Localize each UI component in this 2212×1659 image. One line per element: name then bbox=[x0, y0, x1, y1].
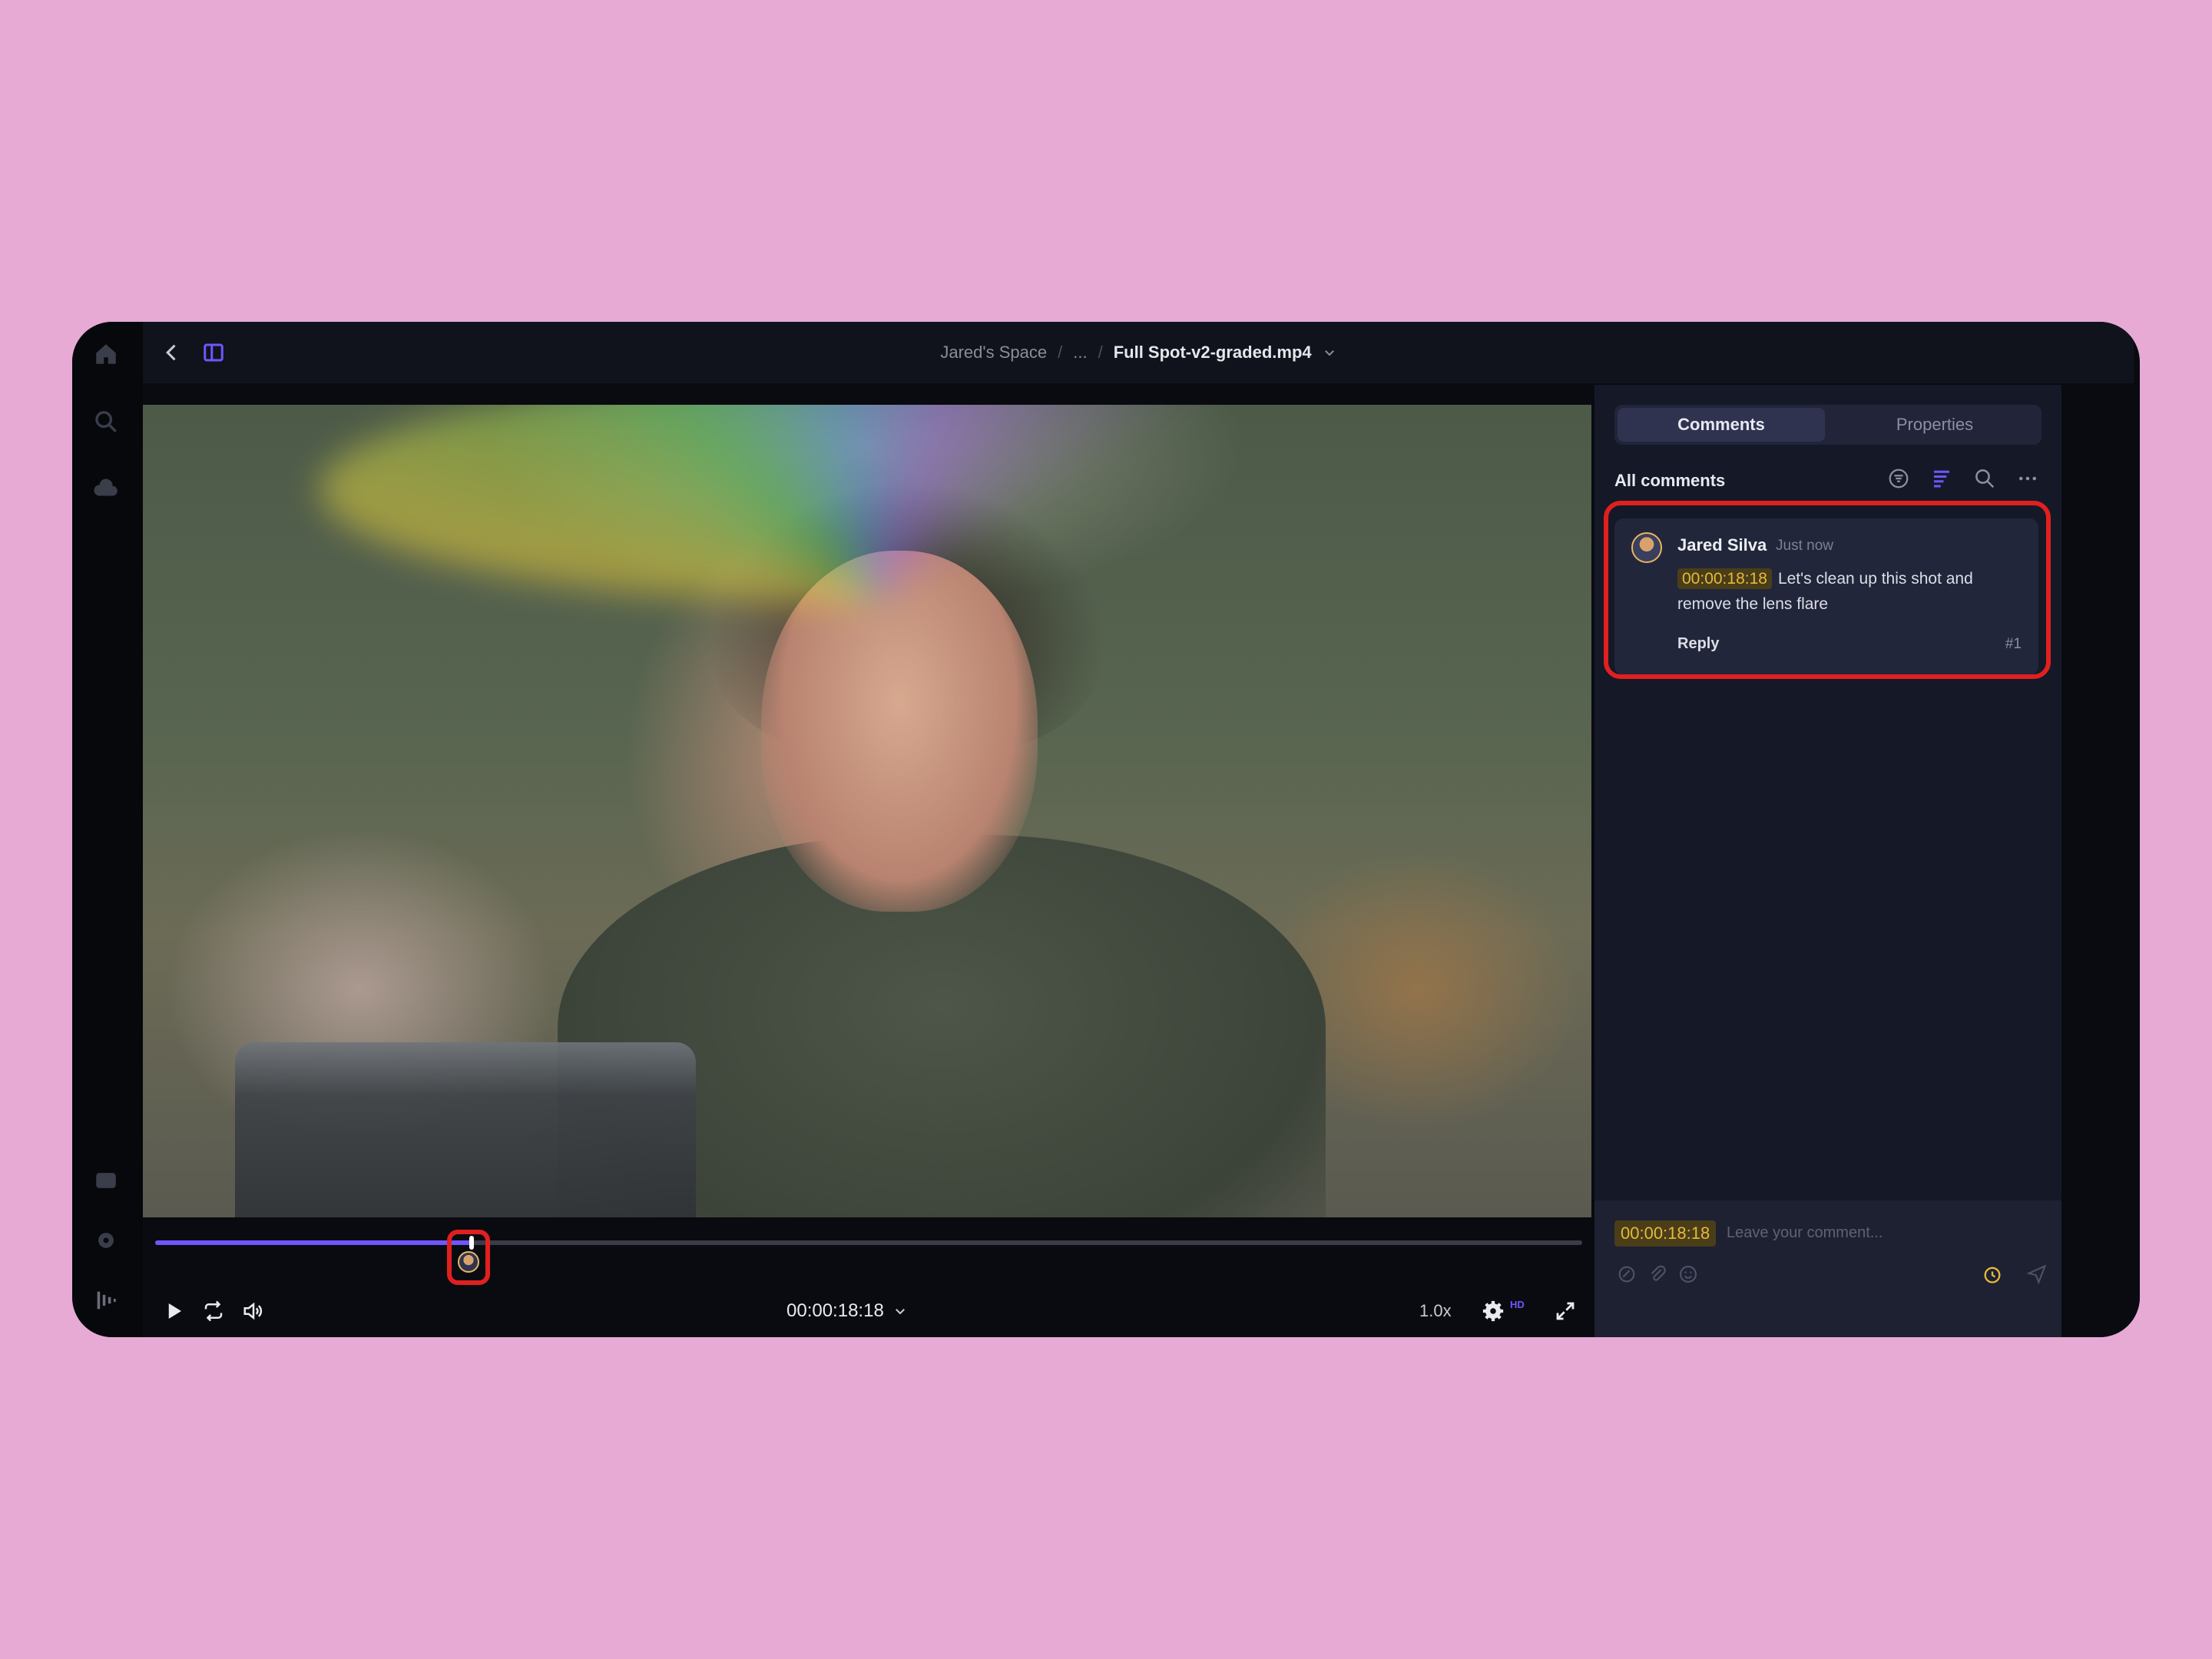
comments-toolbar bbox=[1885, 465, 2041, 492]
left-rail bbox=[72, 322, 143, 1337]
home-icon[interactable] bbox=[91, 339, 121, 369]
chevron-left-icon bbox=[166, 344, 176, 361]
comment-composer: 00:00:18:18 bbox=[1594, 1200, 2061, 1337]
right-gutter bbox=[2061, 385, 2140, 1337]
sidebar-tabs: Comments Properties bbox=[1614, 405, 2041, 445]
ellipsis-icon bbox=[2019, 476, 2036, 481]
sort-lines-icon bbox=[1934, 470, 1949, 488]
avatar bbox=[1631, 532, 1662, 563]
volume-icon bbox=[243, 1302, 263, 1320]
breadcrumb-separator: / bbox=[1058, 343, 1063, 362]
comment-timecode[interactable]: 00:00:18:18 bbox=[1677, 568, 1772, 589]
emoji-button[interactable] bbox=[1674, 1260, 1702, 1288]
comment-input[interactable] bbox=[1725, 1217, 2035, 1248]
comment-body: 00:00:18:18 Let's clean up this shot and … bbox=[1677, 566, 2015, 617]
app-window: Jared's Space / ... / Full Spot-v2-grade… bbox=[72, 322, 2140, 1337]
clock-icon bbox=[1984, 1267, 2001, 1283]
video-subject-face bbox=[761, 551, 1038, 912]
send-button[interactable] bbox=[2023, 1260, 2051, 1288]
fullscreen-button[interactable] bbox=[1550, 1294, 1581, 1328]
emoji-icon bbox=[1680, 1266, 1697, 1283]
back-button[interactable] bbox=[157, 337, 187, 368]
timeline-scrubber[interactable] bbox=[155, 1236, 1582, 1250]
reply-button[interactable]: Reply bbox=[1677, 635, 1719, 653]
search-icon[interactable] bbox=[91, 406, 121, 437]
attach-button[interactable] bbox=[1644, 1260, 1671, 1288]
send-icon bbox=[2026, 1264, 2047, 1285]
breadcrumb: Jared's Space / ... / Full Spot-v2-grade… bbox=[143, 322, 2134, 383]
fullscreen-icon bbox=[1556, 1302, 1575, 1320]
video-camera-prop bbox=[235, 1042, 696, 1217]
comment-marker-avatar[interactable] bbox=[458, 1251, 479, 1273]
toggle-panel-button[interactable] bbox=[198, 337, 229, 368]
sort-button[interactable] bbox=[1928, 465, 1955, 492]
comments-sidebar: Comments Properties All comments Jared S… bbox=[1594, 385, 2061, 1337]
video-frame[interactable] bbox=[143, 405, 1591, 1217]
top-bar: Jared's Space / ... / Full Spot-v2-grade… bbox=[143, 322, 2134, 383]
timeline-progress bbox=[155, 1240, 472, 1245]
search-icon bbox=[1975, 469, 1995, 488]
app-logo-icon[interactable] bbox=[91, 1285, 121, 1316]
inbox-icon[interactable] bbox=[91, 1165, 121, 1196]
breadcrumb-current-file[interactable]: Full Spot-v2-graded.mp4 bbox=[1114, 343, 1312, 363]
filter-button[interactable] bbox=[1885, 465, 1912, 492]
play-button[interactable] bbox=[158, 1294, 189, 1328]
comment-author: Jared Silva bbox=[1677, 535, 1767, 555]
hd-badge: HD bbox=[1510, 1299, 1525, 1310]
filter-icon bbox=[1889, 469, 1909, 488]
cloud-upload-icon[interactable] bbox=[91, 474, 121, 505]
comment-number: #1 bbox=[2005, 636, 2022, 652]
loop-icon bbox=[204, 1300, 223, 1322]
comment-card[interactable]: Jared Silva Just now 00:00:18:18 Let's cl… bbox=[1614, 518, 2038, 675]
more-options-button[interactable] bbox=[2014, 465, 2041, 492]
chevron-down-icon[interactable] bbox=[1323, 346, 1336, 359]
comments-list-title: All comments bbox=[1614, 471, 1726, 490]
comment-time: Just now bbox=[1776, 538, 1833, 554]
search-comments-button[interactable] bbox=[1971, 465, 1998, 492]
breadcrumb-ellipsis[interactable]: ... bbox=[1073, 343, 1087, 363]
paperclip-icon bbox=[1651, 1265, 1666, 1281]
play-icon bbox=[168, 1303, 181, 1319]
settings-icon[interactable] bbox=[91, 1225, 121, 1256]
breadcrumb-workspace[interactable]: Jared's Space bbox=[940, 343, 1047, 363]
tab-comments[interactable]: Comments bbox=[1618, 408, 1825, 442]
playback-speed[interactable]: 1.0x bbox=[1419, 1294, 1452, 1328]
tab-properties[interactable]: Properties bbox=[1831, 408, 2038, 442]
timecode-selector[interactable]: 00:00:18:18 bbox=[786, 1294, 907, 1328]
volume-button[interactable] bbox=[238, 1294, 269, 1328]
quality-settings-button[interactable] bbox=[1478, 1294, 1508, 1328]
breadcrumb-separator: / bbox=[1098, 343, 1103, 362]
sidebar-panel-icon bbox=[204, 343, 224, 362]
chevron-down-icon bbox=[895, 1309, 905, 1315]
gear-icon bbox=[1482, 1300, 1504, 1322]
lens-flare bbox=[320, 405, 1433, 604]
composer-timecode[interactable]: 00:00:18:18 bbox=[1614, 1220, 1717, 1247]
timestamp-toggle-button[interactable] bbox=[1979, 1260, 2006, 1288]
loop-button[interactable] bbox=[198, 1294, 229, 1328]
draw-icon bbox=[1618, 1266, 1635, 1283]
current-timecode: 00:00:18:18 bbox=[786, 1300, 884, 1321]
annotate-button[interactable] bbox=[1613, 1260, 1641, 1288]
